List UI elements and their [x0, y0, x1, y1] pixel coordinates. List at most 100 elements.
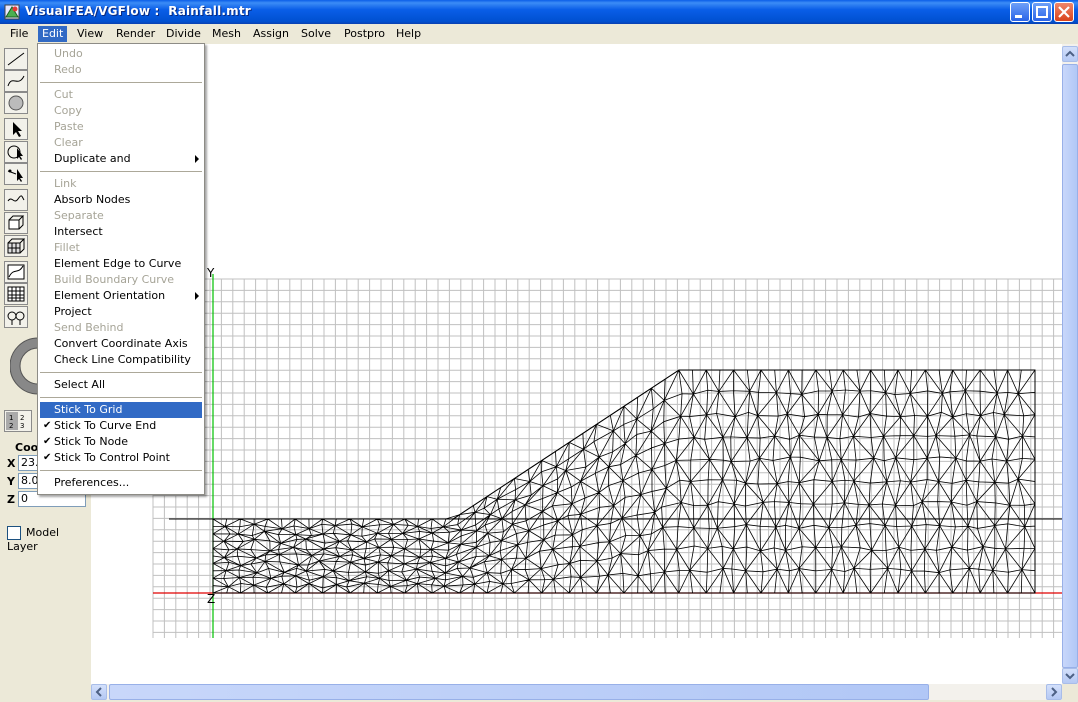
svg-text:2: 2 — [9, 422, 13, 430]
menu-duplicate-and[interactable]: Duplicate and — [40, 151, 202, 167]
spline-icon — [7, 195, 25, 202]
chevron-left-icon — [95, 687, 102, 697]
menu-divide[interactable]: Divide — [162, 26, 205, 42]
z-label: Z — [7, 493, 15, 506]
close-icon — [1058, 6, 1070, 18]
circle-tool-button[interactable] — [4, 92, 28, 114]
menu-file[interactable]: File — [6, 26, 32, 42]
maximize-icon — [1036, 6, 1048, 18]
grid-tool-button[interactable] — [4, 283, 28, 305]
node-select-tool-button[interactable] — [4, 163, 28, 185]
sphere-icon — [8, 95, 24, 111]
menu-stick-to-node[interactable]: ✔ Stick To Node — [40, 434, 202, 450]
horizontal-scrollbar[interactable] — [91, 684, 1062, 700]
svg-text:1: 1 — [9, 414, 13, 422]
scroll-right-button[interactable] — [1046, 684, 1062, 700]
menu-convert-coordinate-axis[interactable]: Convert Coordinate Axis — [40, 336, 202, 352]
menu-paste[interactable]: Paste — [40, 119, 202, 135]
menu-bar: File Edit View Render Divide Mesh Assign… — [0, 24, 1078, 44]
menu-stick-to-control-point[interactable]: ✔ Stick To Control Point — [40, 450, 202, 466]
menu-preferences[interactable]: Preferences... — [40, 475, 202, 491]
circle-select-tool-button[interactable] — [4, 141, 28, 163]
circle-select-icon — [7, 145, 23, 160]
vertical-scroll-thumb[interactable] — [1062, 64, 1078, 668]
menu-solve[interactable]: Solve — [297, 26, 335, 42]
menu-element-orientation[interactable]: Element Orientation — [40, 288, 202, 304]
layer-number-button[interactable]: 1223 — [4, 410, 32, 432]
app-icon — [4, 4, 20, 20]
solid-tool-button[interactable] — [4, 235, 28, 257]
menu-intersect[interactable]: Intersect — [40, 224, 202, 240]
checkbox-box[interactable] — [7, 526, 21, 540]
menu-select-all[interactable]: Select All — [40, 377, 202, 393]
menu-stick-to-grid[interactable]: Stick To Grid — [40, 402, 202, 418]
submenu-arrow-icon — [195, 292, 199, 300]
menu-separator — [40, 171, 202, 172]
maximize-button[interactable] — [1032, 2, 1052, 22]
menu-stick-to-curve-end[interactable]: ✔ Stick To Curve End — [40, 418, 202, 434]
title-bar: VisualFEA/VGFlow : Rainfall.mtr — [0, 0, 1078, 24]
surface-icon — [7, 264, 25, 280]
line-icon — [7, 52, 25, 66]
zoom-icon — [7, 311, 25, 325]
menu-send-behind[interactable]: Send Behind — [40, 320, 202, 336]
curve-tool-button[interactable] — [4, 70, 28, 92]
y-axis-label: Y — [207, 266, 215, 280]
scroll-down-button[interactable] — [1062, 668, 1078, 684]
close-button[interactable] — [1054, 2, 1074, 22]
chevron-right-icon — [1051, 687, 1058, 697]
menu-fillet[interactable]: Fillet — [40, 240, 202, 256]
vertical-scrollbar[interactable] — [1062, 44, 1078, 684]
menu-cut[interactable]: Cut — [40, 87, 202, 103]
menu-check-line-compatibility[interactable]: Check Line Compatibility — [40, 352, 202, 368]
mesh-grid-icon — [7, 286, 25, 302]
menu-undo[interactable]: Undo — [40, 46, 202, 62]
checkmark-icon: ✔ — [43, 436, 52, 447]
menu-project[interactable]: Project — [40, 304, 202, 320]
mesh-drawing[interactable] — [91, 44, 1062, 684]
select-tool-button[interactable] — [4, 118, 28, 140]
extrude-tool-button[interactable] — [4, 212, 28, 234]
menu-link[interactable]: Link — [40, 176, 202, 192]
menu-separator — [40, 397, 202, 398]
horizontal-scroll-thumb[interactable] — [109, 684, 929, 700]
model-layer-checkbox[interactable]: Model Layer — [7, 526, 90, 553]
spline-tool-button[interactable] — [4, 189, 28, 211]
x-label: X — [7, 457, 16, 470]
scroll-corner — [1062, 684, 1078, 700]
menu-copy[interactable]: Copy — [40, 103, 202, 119]
menu-absorb-nodes[interactable]: Absorb Nodes — [40, 192, 202, 208]
chevron-down-icon — [1065, 673, 1075, 680]
window-title: VisualFEA/VGFlow : Rainfall.mtr — [25, 4, 251, 18]
scroll-left-button[interactable] — [91, 684, 107, 700]
layer-numbers-icon: 1223 — [6, 412, 24, 430]
menu-redo[interactable]: Redo — [40, 62, 202, 78]
menu-build-boundary-curve[interactable]: Build Boundary Curve — [40, 272, 202, 288]
zoom-tool-button[interactable] — [4, 306, 28, 328]
view-rotate-wheel-icon[interactable] — [10, 336, 38, 396]
svg-text:2: 2 — [20, 414, 24, 422]
surface-tool-button[interactable] — [4, 261, 28, 283]
extrude-icon — [8, 215, 25, 230]
menu-mesh[interactable]: Mesh — [208, 26, 245, 42]
menu-help[interactable]: Help — [392, 26, 425, 42]
menu-element-edge-to-curve[interactable]: Element Edge to Curve — [40, 256, 202, 272]
minimize-icon — [1015, 15, 1022, 18]
menu-render[interactable]: Render — [112, 26, 159, 42]
svg-text:3: 3 — [20, 422, 24, 430]
curve-icon — [7, 75, 25, 87]
scroll-up-button[interactable] — [1062, 46, 1078, 62]
menu-assign[interactable]: Assign — [249, 26, 293, 42]
menu-separator — [40, 372, 202, 373]
minimize-button[interactable] — [1010, 2, 1030, 22]
menu-separator — [40, 470, 202, 471]
menu-edit[interactable]: Edit — [38, 26, 68, 42]
model-canvas[interactable]: Y Z — [91, 44, 1062, 684]
edit-menu-dropdown: Undo Redo Cut Copy Paste Clear Duplicate… — [37, 43, 205, 495]
menu-clear[interactable]: Clear — [40, 135, 202, 151]
arrow-cursor-icon — [13, 122, 22, 137]
menu-separate[interactable]: Separate — [40, 208, 202, 224]
line-tool-button[interactable] — [4, 48, 28, 70]
menu-postpro[interactable]: Postpro — [340, 26, 389, 42]
menu-view[interactable]: View — [73, 26, 107, 42]
